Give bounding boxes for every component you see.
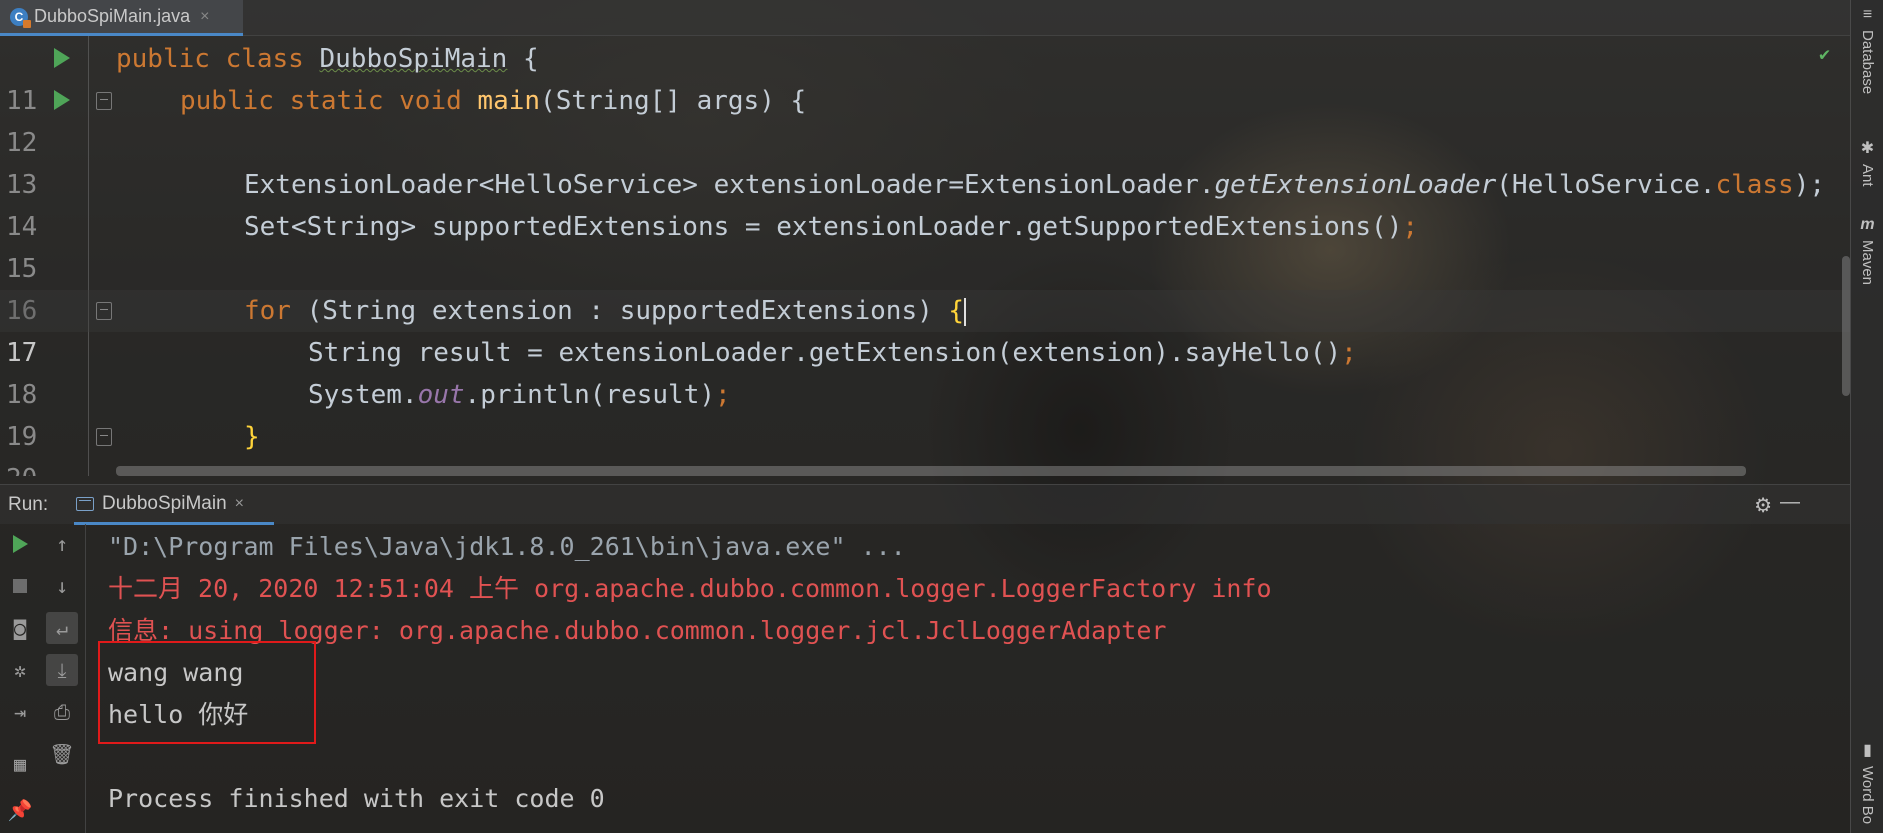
code-line: 19 System.out.println(result); <box>0 374 1850 452</box>
console-command-line: "D:\Program Files\Java\jdk1.8.0_261\bin\… <box>108 532 906 561</box>
arrow-up-icon: ↑ <box>55 532 69 556</box>
fold-icon[interactable] <box>96 428 112 446</box>
editor-tab-bar: C DubboSpiMain.java × <box>0 0 1850 36</box>
print-button[interactable]: ⎙ <box>46 696 78 728</box>
editor-horizontal-scrollbar[interactable] <box>116 466 1746 476</box>
run-main-gutter-icon[interactable] <box>54 90 70 110</box>
soft-wrap-button[interactable]: ↵ <box>46 612 78 644</box>
code-text: public class DubboSpiMain { <box>116 44 539 74</box>
scroll-down-button[interactable]: ↓ <box>46 570 78 602</box>
database-label: Database <box>1859 30 1876 95</box>
minimize-icon[interactable]: — <box>1780 491 1800 514</box>
code-line: 18 String result = extensionLoader.getEx… <box>0 332 1850 410</box>
ant-tool-button[interactable]: ✱ Ant <box>1851 138 1883 187</box>
fold-icon[interactable] <box>96 302 112 320</box>
fold-icon[interactable] <box>96 92 112 110</box>
clear-all-button[interactable]: 🗑 <box>46 738 78 770</box>
line-number: 20 <box>0 458 40 476</box>
code-line: 11 public class DubboSpiMain { <box>0 38 1850 116</box>
pin-icon: 📌 <box>7 798 33 822</box>
database-tool-button[interactable]: ≡ Database <box>1851 6 1883 94</box>
code-line-current: 17 for (String extension : supportedExte… <box>0 290 1850 368</box>
maven-icon: m <box>1860 216 1875 233</box>
exit-icon: ⇥ <box>13 700 27 724</box>
close-run-tab-icon[interactable]: × <box>235 495 244 513</box>
run-toolbar: ↑ ↓ ◙ ↵ ✲ ⤓ ⇥ ⎙ 🗑 ▦ 📌 <box>0 524 86 833</box>
layout-button[interactable]: ▦ <box>4 748 36 780</box>
editor-vertical-scrollbar[interactable] <box>1842 256 1850 396</box>
scroll-to-end-button[interactable]: ⤓ <box>46 654 78 686</box>
run-tab-label: DubboSpiMain <box>102 492 227 514</box>
run-panel-header: Run: DubboSpiMain × ⚙ — <box>0 484 1850 525</box>
arrow-down-icon: ↓ <box>55 574 69 598</box>
trash-icon: 🗑 <box>49 742 75 766</box>
code-line: 13 <box>0 122 1850 200</box>
code-line: 14 ExtensionLoader<HelloService> extensi… <box>0 164 1850 242</box>
code-line: 12 public static void main(String[] args… <box>0 80 1850 158</box>
scroll-up-button[interactable]: ↑ <box>46 528 78 560</box>
database-icon: ≡ <box>1862 6 1873 23</box>
code-line: 16 <box>0 248 1850 326</box>
camera-icon: ◙ <box>13 616 27 640</box>
highlight-box <box>98 641 316 744</box>
stop-button[interactable] <box>4 570 36 602</box>
code-text: Set<String> supportedExtensions = extens… <box>244 212 1419 242</box>
pin-button[interactable]: 📌 <box>4 794 36 826</box>
code-text: } <box>244 422 260 452</box>
maven-label: Maven <box>1859 240 1876 286</box>
rerun-button[interactable] <box>4 528 36 560</box>
book-icon: ▮ <box>1863 742 1872 759</box>
right-tool-strip: ≡ Database ✱ Ant m Maven ▮ Word Bo <box>1850 0 1883 833</box>
tab-label: DubboSpiMain.java <box>34 6 191 26</box>
word-book-tool-button[interactable]: ▮ Word Bo <box>1851 740 1883 824</box>
run-tab-dubbospimain[interactable]: DubboSpiMain × <box>74 485 274 525</box>
code-text: System.out.println(result); <box>308 380 731 410</box>
code-line: 15 Set<String> supportedExtensions = ext… <box>0 206 1850 284</box>
console-output[interactable]: "D:\Program Files\Java\jdk1.8.0_261\bin\… <box>108 526 1808 833</box>
layout-icon: ▦ <box>13 752 27 776</box>
gear-icon[interactable]: ⚙ <box>1754 493 1772 518</box>
code-text: public static void main(String[] args) { <box>180 86 807 116</box>
stop-icon <box>13 579 27 593</box>
console-log-line: 十二月 20, 2020 12:51:04 上午 org.apache.dubb… <box>108 574 1272 603</box>
close-tab-icon[interactable]: × <box>200 8 209 26</box>
soft-wrap-icon: ↵ <box>55 616 69 640</box>
console-process-finished-line: Process finished with exit code 0 <box>108 784 605 813</box>
ant-icon: ✱ <box>1860 140 1875 157</box>
word-book-label: Word Bo <box>1859 766 1876 825</box>
code-text: String result = extensionLoader.getExten… <box>308 338 1357 368</box>
scroll-to-end-icon: ⤓ <box>57 658 67 682</box>
code-editor[interactable]: ✔ 11 public class DubboSpiMain { 12 publ… <box>0 36 1850 476</box>
settings-icon: ✲ <box>13 658 27 682</box>
console-icon <box>76 496 94 511</box>
settings-button[interactable]: ✲ <box>4 654 36 686</box>
code-line: 20 } <box>0 416 1850 476</box>
maven-tool-button[interactable]: m Maven <box>1851 216 1883 285</box>
run-panel-title: Run: <box>8 494 49 515</box>
code-text: for (String extension : supportedExtensi… <box>244 296 967 326</box>
printer-icon: ⎙ <box>54 700 70 724</box>
text-caret <box>964 297 967 326</box>
tab-dubbospimain-java[interactable]: C DubboSpiMain.java × <box>0 0 243 36</box>
java-class-icon: C <box>10 7 31 28</box>
run-class-gutter-icon[interactable] <box>54 48 70 68</box>
dump-threads-button[interactable]: ◙ <box>4 612 36 644</box>
exit-button[interactable]: ⇥ <box>4 696 36 728</box>
play-icon <box>12 535 28 553</box>
code-text: ExtensionLoader<HelloService> extensionL… <box>244 170 1826 200</box>
ant-label: Ant <box>1859 164 1876 187</box>
